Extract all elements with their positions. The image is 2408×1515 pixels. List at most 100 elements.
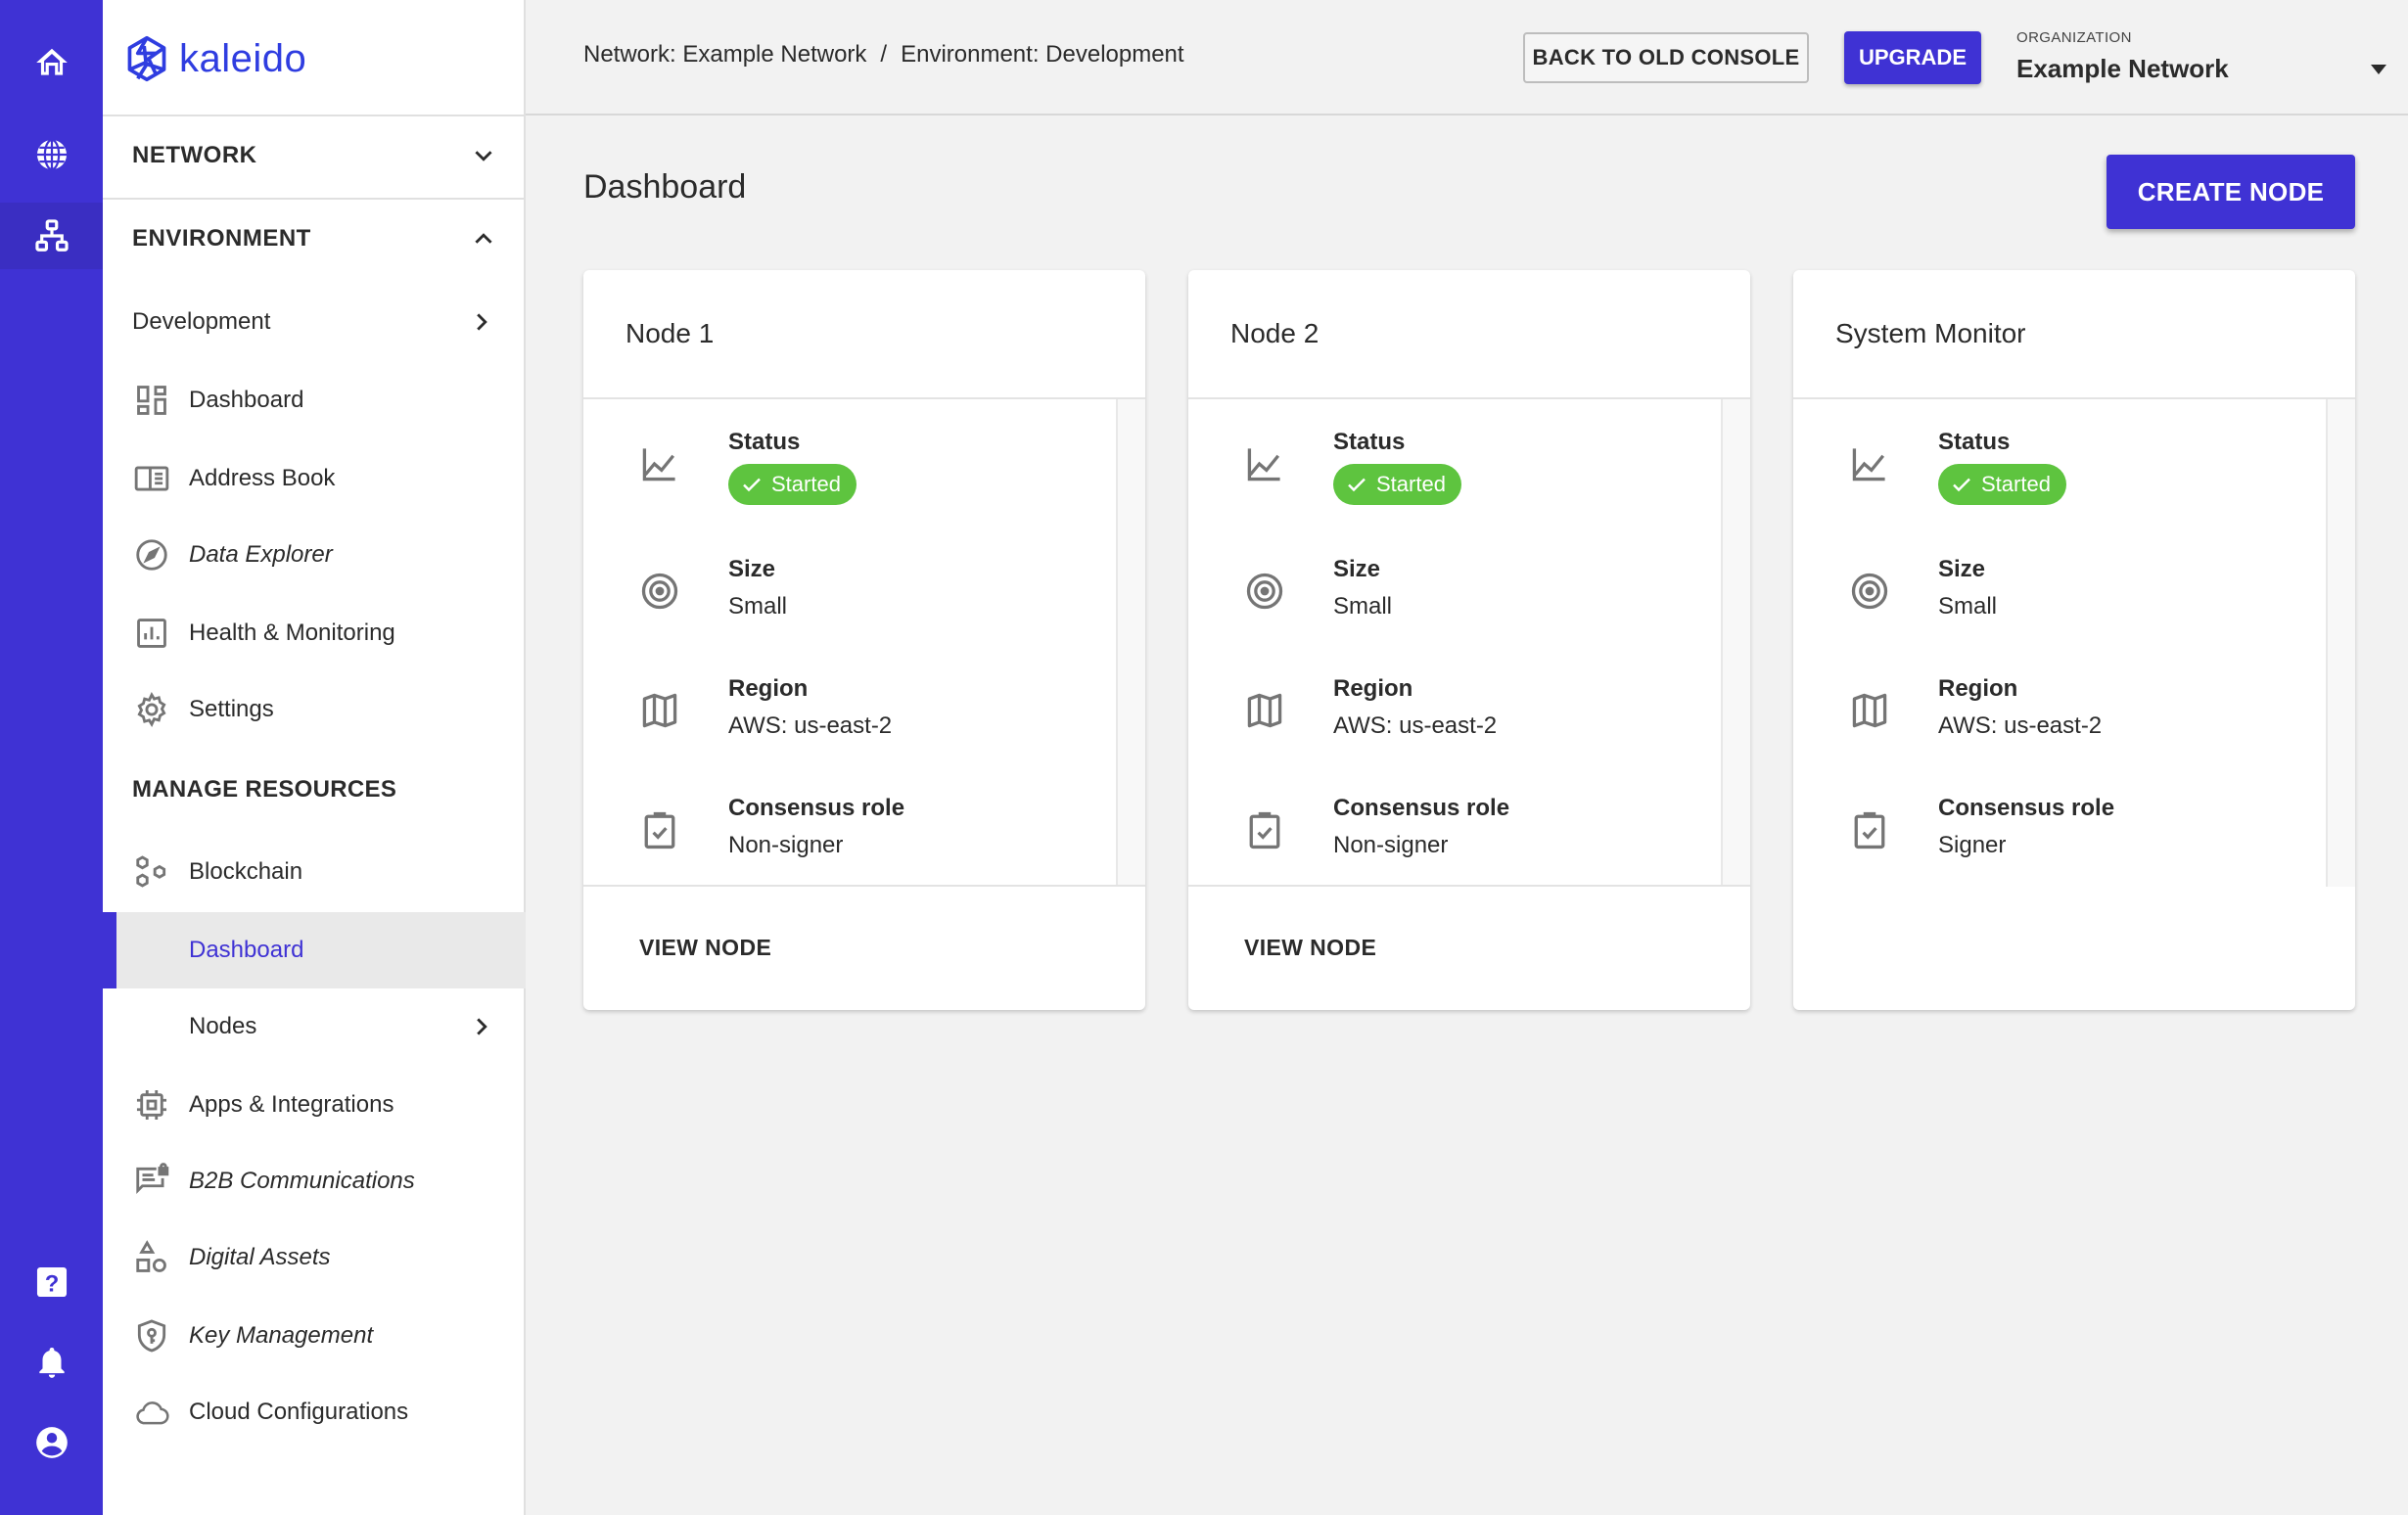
sidebar-item-digital-assets[interactable]: Digital Assets [103,1219,526,1296]
environment-section-toggle[interactable]: ENVIRONMENT [103,198,526,278]
rail-home-button[interactable] [0,29,103,96]
line-chart-icon [642,448,675,482]
clipboard-check-icon [1854,811,1885,849]
network-section-toggle[interactable]: NETWORK [103,115,526,195]
region-label: Region [1938,675,2018,702]
page-title: Dashboard [583,168,747,206]
help-icon: ? [36,1266,67,1298]
sidebar-item-dashboard[interactable]: Dashboard [103,362,526,438]
shapes-icon [136,1240,166,1272]
organization-label: ORGANIZATION [2016,29,2132,46]
sidebar-item-label: Dashboard [189,937,304,963]
node-card: Node 1 Status Started Size Small Region … [583,270,1145,1010]
card-scrollbar[interactable] [1116,399,1145,885]
sidebar-item-health-monitoring[interactable]: Health & Monitoring [103,595,526,671]
manage-resources-heading: MANAGE RESOURCES [132,776,397,803]
consensus-role-value: Signer [1938,832,2007,858]
bell-icon [38,1347,65,1378]
view-node-button[interactable]: VIEW NODE [1244,935,1376,961]
sidebar-item-apps-integrations[interactable]: Apps & Integrations [103,1067,526,1143]
compass-icon [136,539,167,571]
top-header: Network: Example Network / Environment: … [526,0,2408,115]
sidebar-item-label: Apps & Integrations [189,1091,394,1118]
home-icon [35,48,68,75]
breadcrumb-network[interactable]: Network: Example Network [583,41,866,69]
status-badge: Started [1938,464,2066,505]
rail-help-button[interactable]: ? [0,1249,103,1315]
consensus-role-value: Non-signer [728,832,844,858]
size-row: Size Small [1243,556,1392,620]
sidebar-item-blockchain-dashboard[interactable]: Dashboard [103,912,526,988]
card-title: System Monitor [1793,270,2355,399]
consensus-role-row: Consensus role Non-signer [638,795,904,859]
svg-text:?: ? [44,1271,59,1298]
size-value: Small [1938,593,1998,620]
organization-value: Example Network [2016,54,2229,83]
sidebar-item-label: Data Explorer [189,541,333,568]
card-body: Status Started Size Small Region AWS: us… [1793,399,2355,887]
chevron-right-icon [477,313,487,331]
sidebar-item-development[interactable]: Development [103,284,526,360]
size-row: Size Small [1848,556,1997,620]
check-icon [1348,478,1366,492]
region-row: Region AWS: us-east-2 [638,675,892,740]
consensus-role-label: Consensus role [728,795,905,821]
sidebar-item-settings[interactable]: Settings [103,671,526,748]
clipboard-check-icon [644,811,675,849]
sidebar-item-blockchain[interactable]: Blockchain [103,834,526,910]
card-title: Node 2 [1188,270,1750,399]
rail-account-button[interactable] [0,1409,103,1476]
status-label: Status [1333,429,1406,455]
region-label: Region [1333,675,1413,702]
upgrade-button[interactable]: UPGRADE [1844,31,1981,84]
view-node-button[interactable]: VIEW NODE [639,935,771,961]
sidebar-item-address-book[interactable]: Address Book [103,440,526,517]
sidebar-item-label: Digital Assets [189,1244,331,1270]
breadcrumb-environment[interactable]: Environment: Development [901,41,1183,69]
sidebar-item-label: Nodes [189,1013,257,1039]
sidebar-item-label: B2B Communications [189,1168,415,1194]
rail-network-button[interactable] [0,121,103,188]
clipboard-check-icon [1249,811,1280,849]
status-row: Status Started [638,429,857,505]
card-scrollbar[interactable] [1721,399,1750,885]
kaleido-logo[interactable]: kaleido [124,35,306,82]
back-to-old-console-button[interactable]: BACK TO OLD CONSOLE [1523,32,1809,83]
size-value: Small [1333,593,1393,620]
rail-notifications-button[interactable] [0,1329,103,1396]
sidebar-item-b2b-communications[interactable]: B2B Communications [103,1143,526,1219]
size-label: Size [1938,556,1986,582]
status-badge: Started [1333,464,1461,505]
network-section-label: NETWORK [132,142,257,168]
rail-environment-button[interactable] [0,203,103,269]
create-node-button[interactable]: CREATE NODE [2107,155,2355,229]
region-row: Region AWS: us-east-2 [1848,675,2102,740]
sidebar-item-label: Cloud Configurations [189,1399,409,1425]
kaleido-logo-icon [127,35,166,82]
brand-name: kaleido [179,36,307,80]
target-icon [641,573,678,610]
organization-select[interactable]: ORGANIZATION Example Network [2016,29,2398,84]
breadcrumb-separator: / [880,41,888,68]
status-text: Started [1376,472,1446,496]
sidebar-item-cloud-configurations[interactable]: Cloud Configurations [103,1374,526,1450]
card-scrollbar[interactable] [2326,399,2355,887]
sidebar-item-nodes[interactable]: Nodes [103,988,526,1065]
status-badge: Started [728,464,857,505]
left-rail: ? [0,0,103,1515]
secure-chat-icon [136,1163,169,1194]
sidebar-item-label: Development [132,308,271,335]
consensus-role-row: Consensus role Non-signer [1243,795,1509,859]
consensus-role-label: Consensus role [1938,795,2115,821]
status-label: Status [1938,429,2011,455]
status-row: Status Started [1848,429,2066,505]
card-title: Node 1 [583,270,1145,399]
consensus-role-row: Consensus role Signer [1848,795,2114,859]
system-monitor-card: System Monitor Status Started Size Small… [1793,270,2355,1010]
chevron-down-icon [475,151,492,161]
bar-chart-icon [137,619,166,648]
dashboard-icon [137,386,166,415]
sidebar-item-key-management[interactable]: Key Management [103,1298,526,1374]
sidebar-item-data-explorer[interactable]: Data Explorer [103,517,526,593]
region-value: AWS: us-east-2 [1938,712,2103,739]
